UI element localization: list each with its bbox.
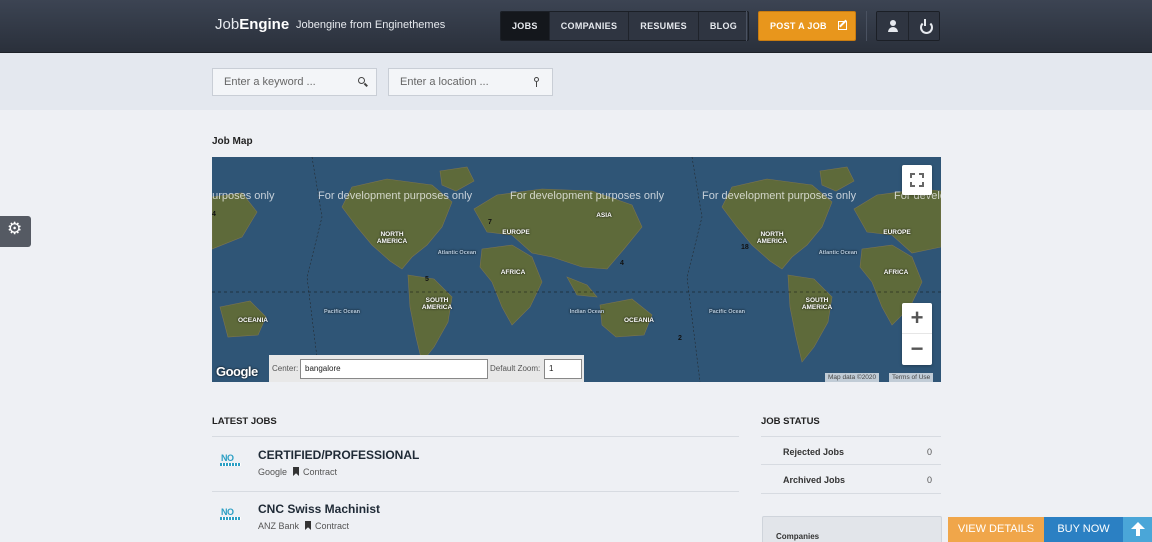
job-status-title: JOB STATUS (761, 416, 820, 427)
rejected-jobs-count: 0 (927, 447, 933, 457)
job-cluster-marker[interactable]: 18 (741, 244, 749, 251)
map-watermark: purposes only (212, 190, 275, 202)
default-zoom-input[interactable]: 1 (544, 359, 582, 379)
nav-divider (746, 11, 747, 41)
zoom-out-button[interactable]: − (902, 334, 932, 365)
map-region-label: Pacific Ocean (323, 309, 361, 315)
job-cluster-marker[interactable]: 4 (620, 260, 624, 267)
job-meta: Google Contract (258, 467, 337, 477)
map-terms-link[interactable]: Terms of Use (889, 373, 934, 382)
map-region-label: SOUTH AMERICA (801, 297, 833, 312)
search-band: Enter a keyword ... Enter a location ... (0, 53, 1152, 110)
divider (761, 436, 941, 437)
company-logo[interactable]: NO (220, 507, 242, 522)
latest-jobs-title: LATEST JOBS (212, 416, 277, 427)
companies-panel: Companies (762, 516, 942, 542)
google-logo: Google (216, 364, 258, 379)
site-logo[interactable]: JobEngine (215, 16, 289, 33)
zoom-in-button[interactable]: + (902, 303, 932, 334)
map-watermark: For development purposes only (510, 190, 665, 202)
map-region-label: OCEANIA (624, 317, 654, 324)
post-job-button[interactable]: POST A JOB (758, 11, 856, 41)
divider (761, 493, 941, 494)
map-region-label: AFRICA (883, 269, 909, 276)
power-icon[interactable] (907, 12, 939, 40)
rejected-jobs-link[interactable]: Rejected Jobs (783, 447, 844, 457)
nav-companies[interactable]: COMPANIES (548, 12, 629, 40)
job-cluster-marker[interactable]: 2 (678, 335, 682, 342)
map-region-label: AFRICA (500, 269, 526, 276)
map-center-panel: Center: bangalore Default Zoom: 1 (269, 355, 584, 382)
scroll-top-icon[interactable] (1123, 517, 1152, 542)
map-region-label: ASIA (596, 212, 612, 219)
fullscreen-button[interactable] (902, 165, 932, 195)
map-center-input[interactable]: bangalore (300, 359, 488, 379)
map-watermark: For development purposes only (318, 190, 473, 202)
map-watermark: For development purposes only (702, 190, 857, 202)
job-map-title: Job Map (212, 136, 253, 147)
company-logo[interactable]: NO (220, 453, 242, 468)
account-actions (876, 11, 940, 41)
view-details-button[interactable]: VIEW DETAILS (948, 517, 1044, 542)
map-region-label: EUROPE (502, 229, 530, 236)
archived-jobs-count: 0 (927, 475, 933, 485)
map-region-label: OCEANIA (238, 317, 268, 324)
map-attribution: Map data ©2020 (825, 373, 880, 382)
job-title-link[interactable]: CNC Swiss Machinist (258, 502, 380, 516)
nav-divider-2 (866, 11, 867, 41)
main-nav: JOBS COMPANIES RESUMES BLOG (500, 11, 750, 41)
job-cluster-marker[interactable]: 5 (425, 276, 429, 283)
buy-now-button[interactable]: BUY NOW (1044, 517, 1123, 542)
user-icon[interactable] (877, 12, 908, 40)
site-tagline: Jobengine from Enginethemes (296, 19, 446, 31)
map-region-label: Atlantic Ocean (437, 250, 477, 256)
job-title-link[interactable]: CERTIFIED/PROFESSIONAL (258, 448, 419, 462)
job-map[interactable]: purposes only For development purposes o… (212, 157, 941, 382)
map-region-label: NORTH AMERICA (756, 231, 788, 246)
location-search-input[interactable]: Enter a location ... (388, 68, 553, 96)
map-region-label: Pacific Ocean (708, 309, 746, 315)
job-company[interactable]: Google (258, 467, 287, 477)
gear-icon: ⚙ (7, 219, 23, 238)
job-cluster-marker[interactable]: 7 (488, 219, 492, 226)
job-cluster-marker[interactable]: 4 (212, 211, 216, 218)
map-region-label: Atlantic Ocean (818, 250, 858, 256)
edit-icon (838, 21, 847, 30)
bookmark-icon (293, 467, 300, 476)
keyword-search-input[interactable]: Enter a keyword ... (212, 68, 377, 96)
companies-label: Companies (776, 532, 820, 541)
search-icon (358, 77, 365, 84)
nav-jobs[interactable]: JOBS (501, 12, 549, 40)
job-meta: ANZ Bank Contract (258, 521, 349, 531)
location-pin-icon (534, 77, 539, 87)
nav-resumes[interactable]: RESUMES (628, 12, 698, 40)
bookmark-icon (305, 521, 312, 530)
map-region-label: Indian Ocean (569, 309, 605, 315)
map-region-label: EUROPE (883, 229, 911, 236)
divider (761, 464, 941, 465)
settings-tab[interactable]: ⚙ (0, 216, 31, 247)
zoom-control: + − (902, 303, 932, 365)
nav-blog[interactable]: BLOG (697, 12, 749, 40)
map-region-label: NORTH AMERICA (376, 231, 408, 246)
divider (212, 491, 739, 492)
job-type[interactable]: Contract (303, 467, 337, 477)
job-type[interactable]: Contract (315, 521, 349, 531)
top-navbar: JobEngine Jobengine from Enginethemes JO… (0, 0, 1152, 53)
divider (212, 436, 739, 437)
map-region-label: SOUTH AMERICA (421, 297, 453, 312)
job-company[interactable]: ANZ Bank (258, 521, 299, 531)
archived-jobs-link[interactable]: Archived Jobs (783, 475, 845, 485)
